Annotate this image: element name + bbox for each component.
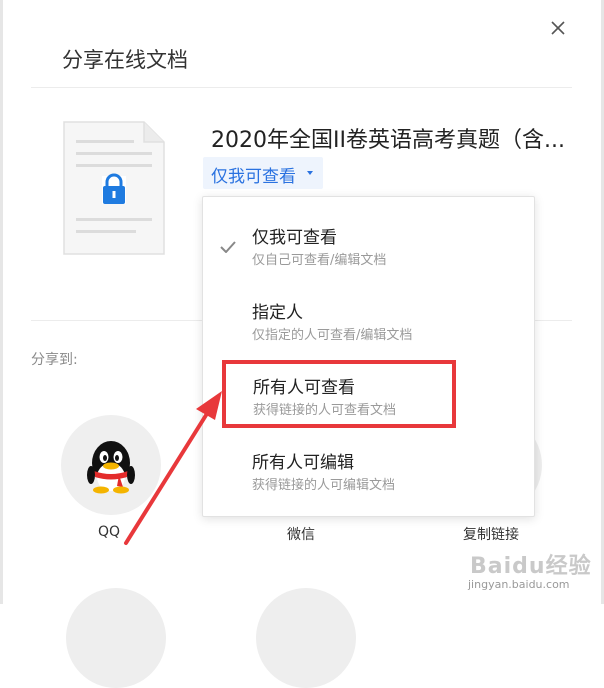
close-icon[interactable] xyxy=(546,16,570,40)
share-copy-link-label: 复制链接 xyxy=(463,527,519,543)
document-name: 2020年全国II卷英语高考真题（含... xyxy=(211,128,565,153)
dialog-title: 分享在线文档 xyxy=(62,48,188,72)
option-label: 仅我可查看 xyxy=(252,228,337,248)
share-to-label: 分享到: xyxy=(31,352,78,368)
watermark-logo: Baidu经验 xyxy=(470,554,592,579)
share-qq-label: QQ xyxy=(97,524,121,540)
permission-option-specified[interactable]: 指定人 仅指定的人可查看/编辑文档 xyxy=(203,272,534,347)
qq-penguin-icon xyxy=(87,441,135,494)
option-description: 获得链接的人可编辑文档 xyxy=(252,478,396,493)
annotation-highlight-box xyxy=(222,360,456,428)
permission-dropdown-menu: 仅我可查看 仅自己可查看/编辑文档 指定人 仅指定的人可查看/编辑文档 所有人可… xyxy=(202,196,535,517)
option-description: 仅自己可查看/编辑文档 xyxy=(252,253,387,268)
dialog-left-edge xyxy=(0,0,3,604)
share-dialog: 分享在线文档 2020年全国II卷英语高考真题（含... 仅我可查看 分享到: xyxy=(0,0,604,688)
share-more-button[interactable] xyxy=(66,588,166,688)
option-label: 所有人可编辑 xyxy=(252,453,354,473)
share-qq-button[interactable] xyxy=(61,415,161,515)
option-label: 指定人 xyxy=(252,303,303,323)
permission-option-anyone-edit[interactable]: 所有人可编辑 获得链接的人可编辑文档 xyxy=(203,422,534,497)
share-more-button[interactable] xyxy=(256,588,356,688)
option-description: 仅指定的人可查看/编辑文档 xyxy=(252,328,413,343)
checkmark-icon xyxy=(220,241,236,253)
chevron-down-icon xyxy=(307,171,313,175)
permission-current-label: 仅我可查看 xyxy=(211,167,296,187)
header-divider xyxy=(31,87,572,88)
share-wechat-label: 微信 xyxy=(287,527,315,543)
watermark-url: jingyan.baidu.com xyxy=(468,578,570,591)
locked-document-icon xyxy=(63,121,165,255)
permission-option-private[interactable]: 仅我可查看 仅自己可查看/编辑文档 xyxy=(203,197,534,272)
permission-dropdown-trigger[interactable]: 仅我可查看 xyxy=(203,157,323,189)
